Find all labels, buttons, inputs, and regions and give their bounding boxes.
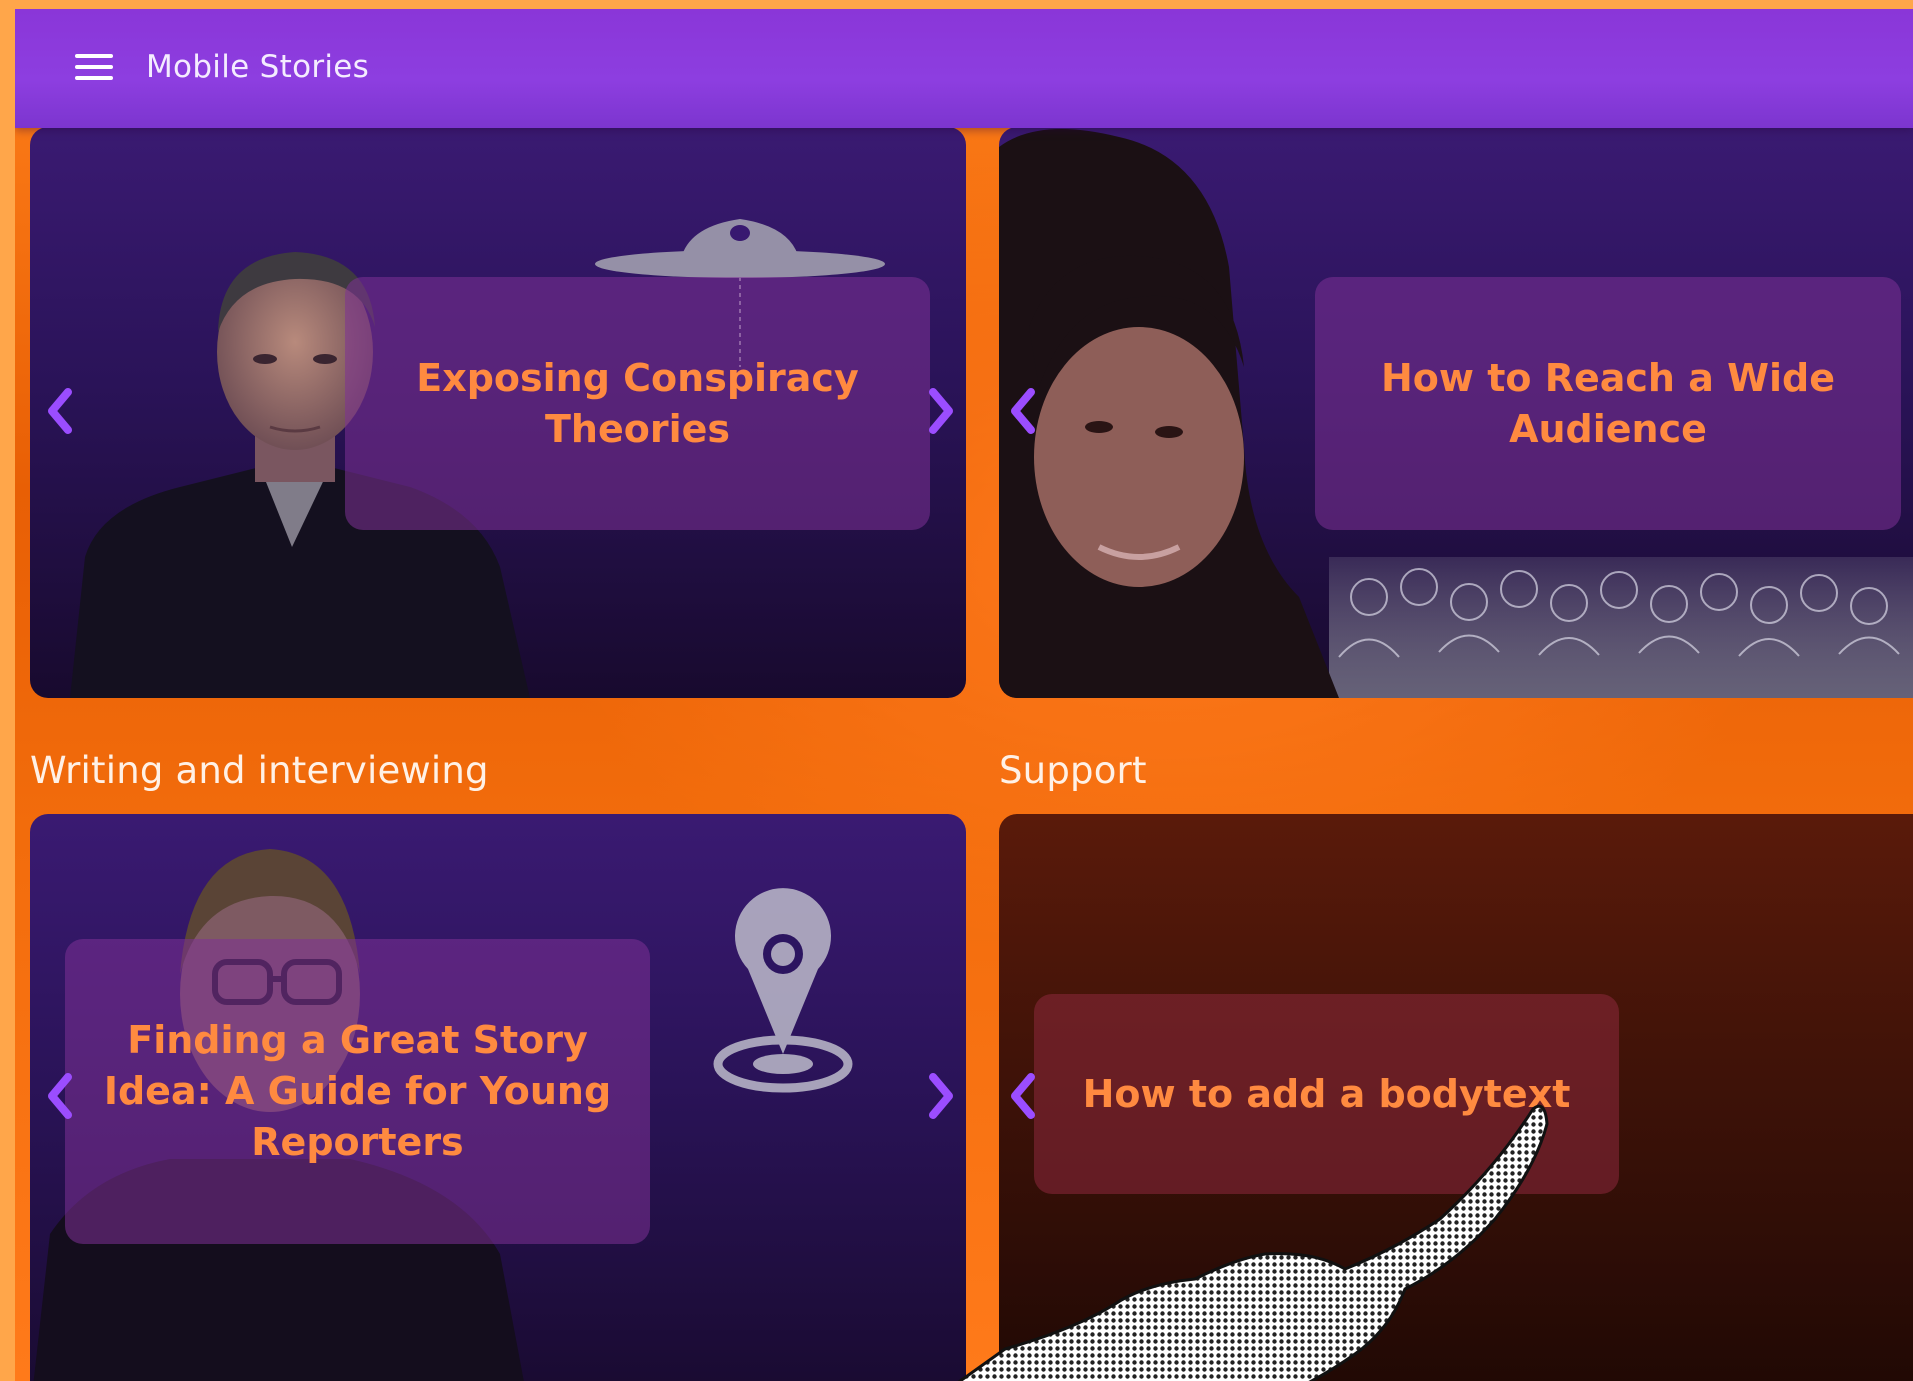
story-title: How to Reach a Wide Audience [1380, 355, 1835, 451]
app-title: Mobile Stories [146, 49, 370, 85]
app-screen: Mobile Stories Exposing Conspiracy Theor… [15, 9, 1913, 1381]
story-title-box[interactable]: Exposing Conspiracy Theories [345, 277, 930, 530]
story-title-box[interactable]: Finding a Great Story Idea: A Guide for … [65, 939, 650, 1244]
location-pin-icon [713, 888, 853, 1093]
chevron-right-icon[interactable] [923, 385, 959, 437]
section-label-support: Support [999, 749, 1147, 792]
crowd-illustration [1329, 557, 1913, 698]
story-card-audience[interactable]: How to Reach a Wide Audience [999, 127, 1913, 698]
chevron-left-icon[interactable] [42, 385, 78, 437]
app-bar: Mobile Stories [15, 9, 1913, 128]
story-card-story-idea[interactable]: Finding a Great Story Idea: A Guide for … [30, 814, 966, 1381]
chevron-right-icon[interactable] [923, 1070, 959, 1122]
story-title: Finding a Great Story Idea: A Guide for … [103, 1018, 612, 1164]
chevron-left-icon[interactable] [42, 1070, 78, 1122]
story-title-box[interactable]: How to Reach a Wide Audience [1315, 277, 1901, 530]
story-title: How to add a bodytext [1082, 1071, 1571, 1116]
section-label-writing: Writing and interviewing [30, 749, 489, 792]
story-card-bodytext[interactable]: How to add a bodytext [999, 814, 1913, 1381]
story-title: Exposing Conspiracy Theories [416, 355, 859, 451]
story-card-conspiracy[interactable]: Exposing Conspiracy Theories [30, 127, 966, 698]
menu-icon[interactable] [75, 49, 115, 85]
chevron-left-icon[interactable] [1005, 385, 1041, 437]
story-title-box[interactable]: How to add a bodytext [1034, 994, 1619, 1194]
chevron-left-icon[interactable] [1005, 1070, 1041, 1122]
